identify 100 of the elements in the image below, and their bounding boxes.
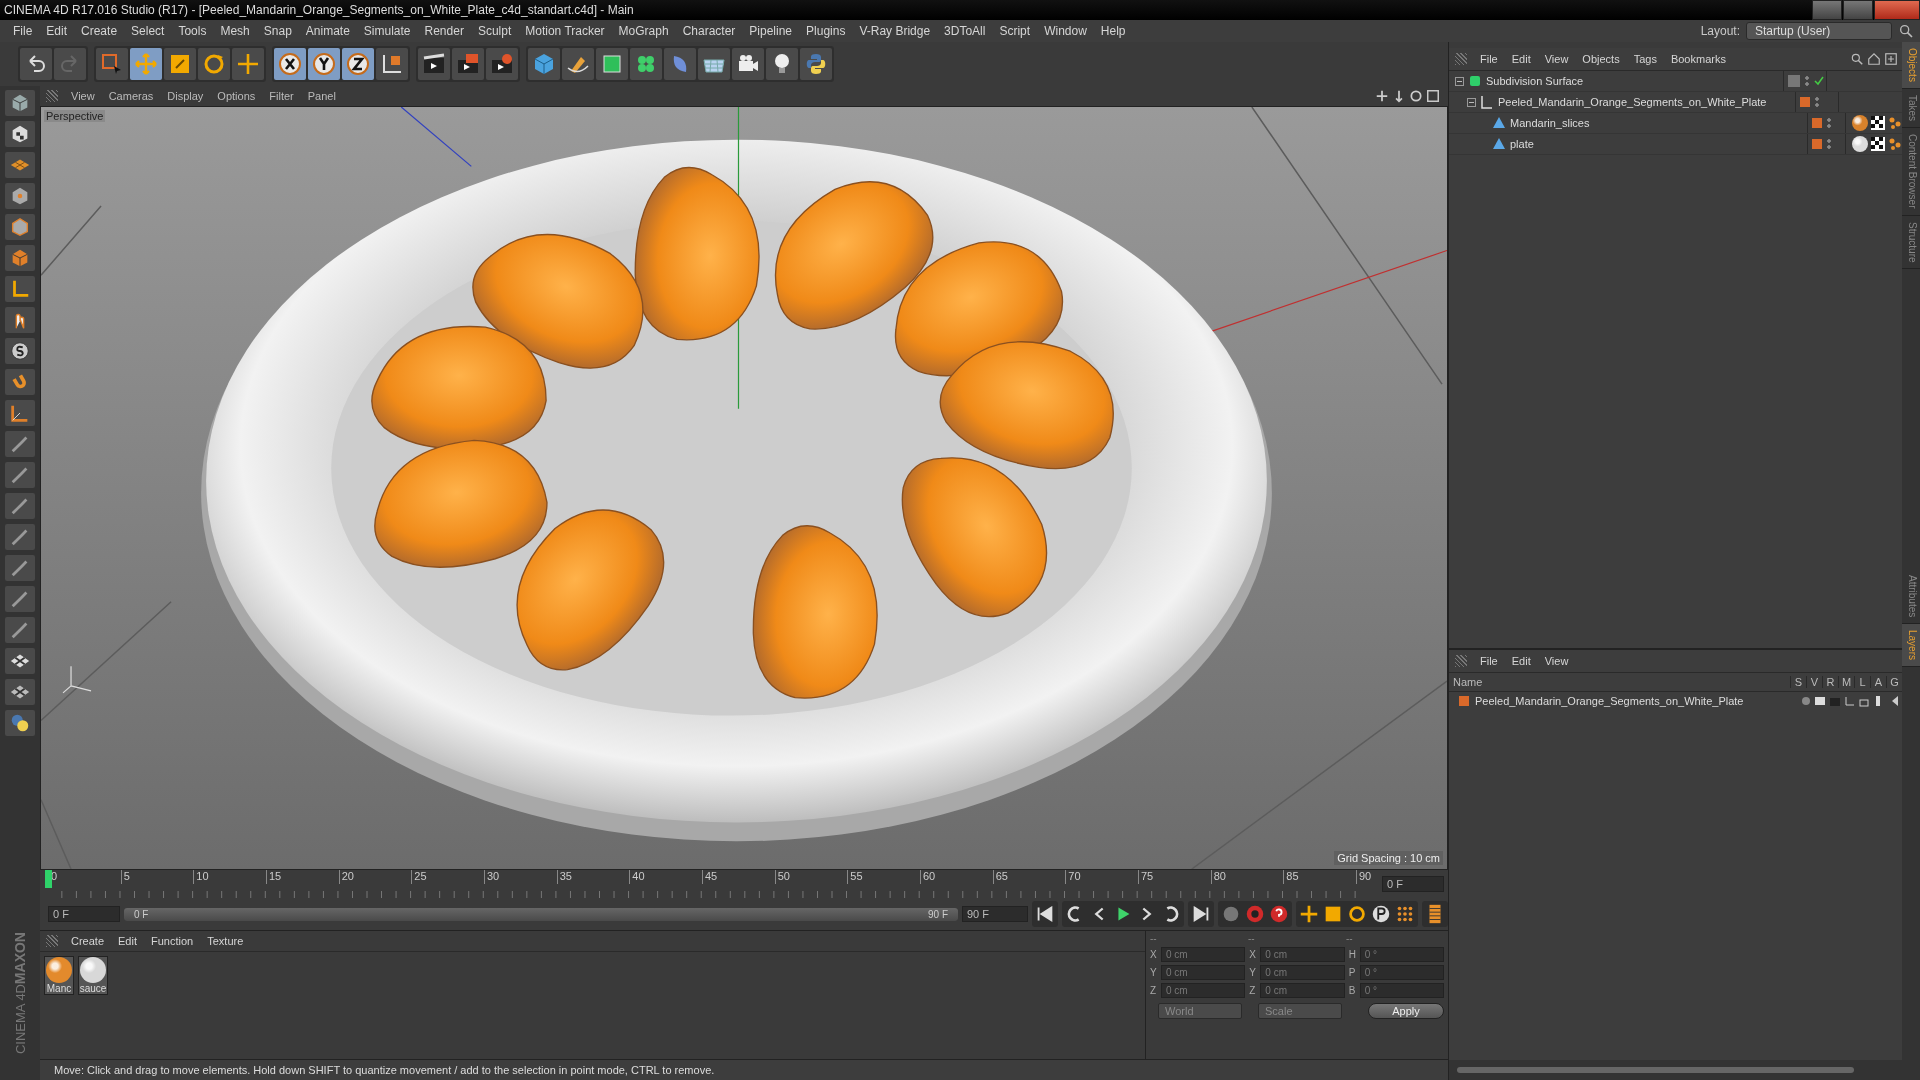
maximize-view-icon[interactable] — [1426, 89, 1440, 103]
menu-item[interactable]: Simulate — [356, 24, 418, 38]
axis-mode-button[interactable] — [5, 276, 35, 302]
object-menu-item[interactable]: Objects — [1575, 53, 1627, 65]
column-header[interactable]: Name — [1449, 676, 1790, 688]
material-swatch[interactable]: sauce — [78, 956, 108, 995]
z-axis-button[interactable] — [342, 48, 374, 80]
panel-grip-icon[interactable] — [1455, 53, 1467, 65]
material-menu-item[interactable]: Texture — [200, 935, 251, 947]
side-tab[interactable]: Takes — [1902, 88, 1920, 129]
scale-button[interactable] — [164, 48, 196, 80]
brush-button[interactable] — [5, 493, 35, 519]
rotate-key-icon[interactable] — [1346, 903, 1368, 925]
object-name[interactable]: Subdivision Surface — [1486, 75, 1584, 87]
menu-item[interactable]: Sculpt — [470, 24, 519, 38]
object-menu-item[interactable]: Bookmarks — [1663, 53, 1733, 65]
material-menu-item[interactable]: Function — [144, 935, 201, 947]
column-header[interactable]: R — [1822, 676, 1838, 688]
x-axis-button[interactable] — [274, 48, 306, 80]
column-header[interactable]: S — [1790, 676, 1806, 688]
menu-item[interactable]: Edit — [39, 24, 75, 38]
maximize-button[interactable] — [1843, 0, 1873, 20]
frame-range-slider[interactable]: 0 F 90 F — [124, 907, 958, 921]
collapse-toggle[interactable] — [1455, 76, 1464, 86]
points-mode-button[interactable] — [5, 183, 35, 209]
texture-tag-icon[interactable] — [1871, 137, 1885, 151]
checker-plane-button[interactable] — [5, 679, 35, 705]
magnet-button[interactable] — [5, 369, 35, 395]
viewport-menu-item[interactable]: Options — [210, 90, 263, 102]
side-tab[interactable]: Objects — [1902, 42, 1920, 89]
layer-menu-item[interactable]: View — [1537, 655, 1576, 667]
menu-item[interactable]: Tools — [171, 24, 214, 38]
visibility-dots[interactable] — [1815, 96, 1819, 108]
object-menu-item[interactable]: Tags — [1626, 53, 1664, 65]
menu-item[interactable]: 3DToAll — [937, 24, 993, 38]
menu-item[interactable]: Select — [124, 24, 172, 38]
start-frame-field[interactable]: 0 F — [48, 906, 120, 922]
parameter-key-icon[interactable] — [1370, 903, 1392, 925]
undo-button[interactable] — [20, 48, 52, 80]
panel-grip-icon[interactable] — [1455, 655, 1467, 667]
menu-item[interactable]: Render — [417, 24, 471, 38]
edges-mode-button[interactable] — [5, 214, 35, 240]
cube-button[interactable] — [528, 48, 560, 80]
move-view-icon[interactable] — [1375, 89, 1389, 103]
dots-tag-icon[interactable] — [1888, 116, 1902, 130]
viewport-menu-item[interactable]: Cameras — [101, 90, 161, 102]
collapse-toggle[interactable] — [1467, 97, 1476, 107]
column-header[interactable]: L — [1854, 676, 1870, 688]
close-button[interactable] — [1874, 0, 1920, 20]
menu-item[interactable]: Help — [1093, 24, 1133, 38]
material-menu-item[interactable]: Create — [64, 935, 112, 947]
object-name[interactable]: Mandarin_slices — [1510, 117, 1590, 129]
layer-name[interactable]: Peeled_Mandarin_Orange_Segments_on_White_Plate — [1475, 695, 1796, 707]
render-settings-button[interactable] — [486, 48, 518, 80]
layer-swatch[interactable] — [1812, 118, 1822, 128]
panel-grip-icon[interactable] — [46, 935, 58, 947]
object-menu-item[interactable]: File — [1473, 53, 1505, 65]
locked-workplane-button[interactable] — [5, 400, 35, 426]
layer-menu-item[interactable]: Edit — [1504, 655, 1538, 667]
object-name[interactable]: Peeled_Mandarin_Orange_Segments_on_White_Plate — [1498, 96, 1767, 108]
move-button[interactable] — [232, 48, 264, 80]
dots-tag-icon[interactable] — [1888, 137, 1902, 151]
layout-dropdown[interactable]: Startup (User) — [1746, 22, 1892, 40]
visibility-dots[interactable] — [1827, 138, 1831, 150]
side-tab[interactable]: Content Browser — [1902, 128, 1920, 216]
current-frame-field[interactable]: 0 F — [1382, 876, 1444, 892]
search-icon[interactable] — [1898, 23, 1914, 39]
texture-mode-button[interactable] — [5, 121, 35, 147]
render-picture-button[interactable] — [452, 48, 484, 80]
layer-swatch[interactable] — [1812, 139, 1822, 149]
material-tag[interactable] — [1852, 115, 1868, 131]
python-button[interactable] — [800, 48, 832, 80]
help-icon[interactable] — [1268, 903, 1290, 925]
tweak-button[interactable] — [5, 307, 35, 333]
material-swatch[interactable]: Manc — [44, 956, 74, 995]
viewport-menu-item[interactable]: Filter — [262, 90, 301, 102]
layer-swatch[interactable] — [1800, 97, 1810, 107]
polygons-mode-button[interactable] — [5, 245, 35, 271]
brush-button[interactable] — [5, 462, 35, 488]
layer-menu-item[interactable]: File — [1473, 655, 1505, 667]
scrollbar-thumb[interactable] — [1457, 1067, 1854, 1073]
menu-item[interactable]: Animate — [298, 24, 357, 38]
brush-button[interactable] — [5, 617, 35, 643]
apply-button[interactable]: Apply — [1368, 1003, 1444, 1019]
viewport-menu-item[interactable]: View — [64, 90, 102, 102]
rotate-view-icon[interactable] — [1409, 89, 1423, 103]
checker-plane-button[interactable] — [5, 648, 35, 674]
object-menu-item[interactable]: View — [1537, 53, 1576, 65]
light-bulb-button[interactable] — [766, 48, 798, 80]
coordinate-system-button[interactable] — [376, 48, 408, 80]
menu-item[interactable]: Create — [74, 24, 125, 38]
panel-grip-icon[interactable] — [46, 90, 58, 102]
visibility-dots[interactable] — [1805, 75, 1809, 87]
workplane-button[interactable] — [5, 152, 35, 178]
menu-item[interactable]: V-Ray Bridge — [852, 24, 938, 38]
viewport-menu-item[interactable]: Panel — [300, 90, 343, 102]
material-menu-item[interactable]: Edit — [111, 935, 144, 947]
subdivision-button[interactable] — [596, 48, 628, 80]
object-name[interactable]: plate — [1510, 138, 1534, 150]
python-button[interactable] — [5, 710, 35, 736]
